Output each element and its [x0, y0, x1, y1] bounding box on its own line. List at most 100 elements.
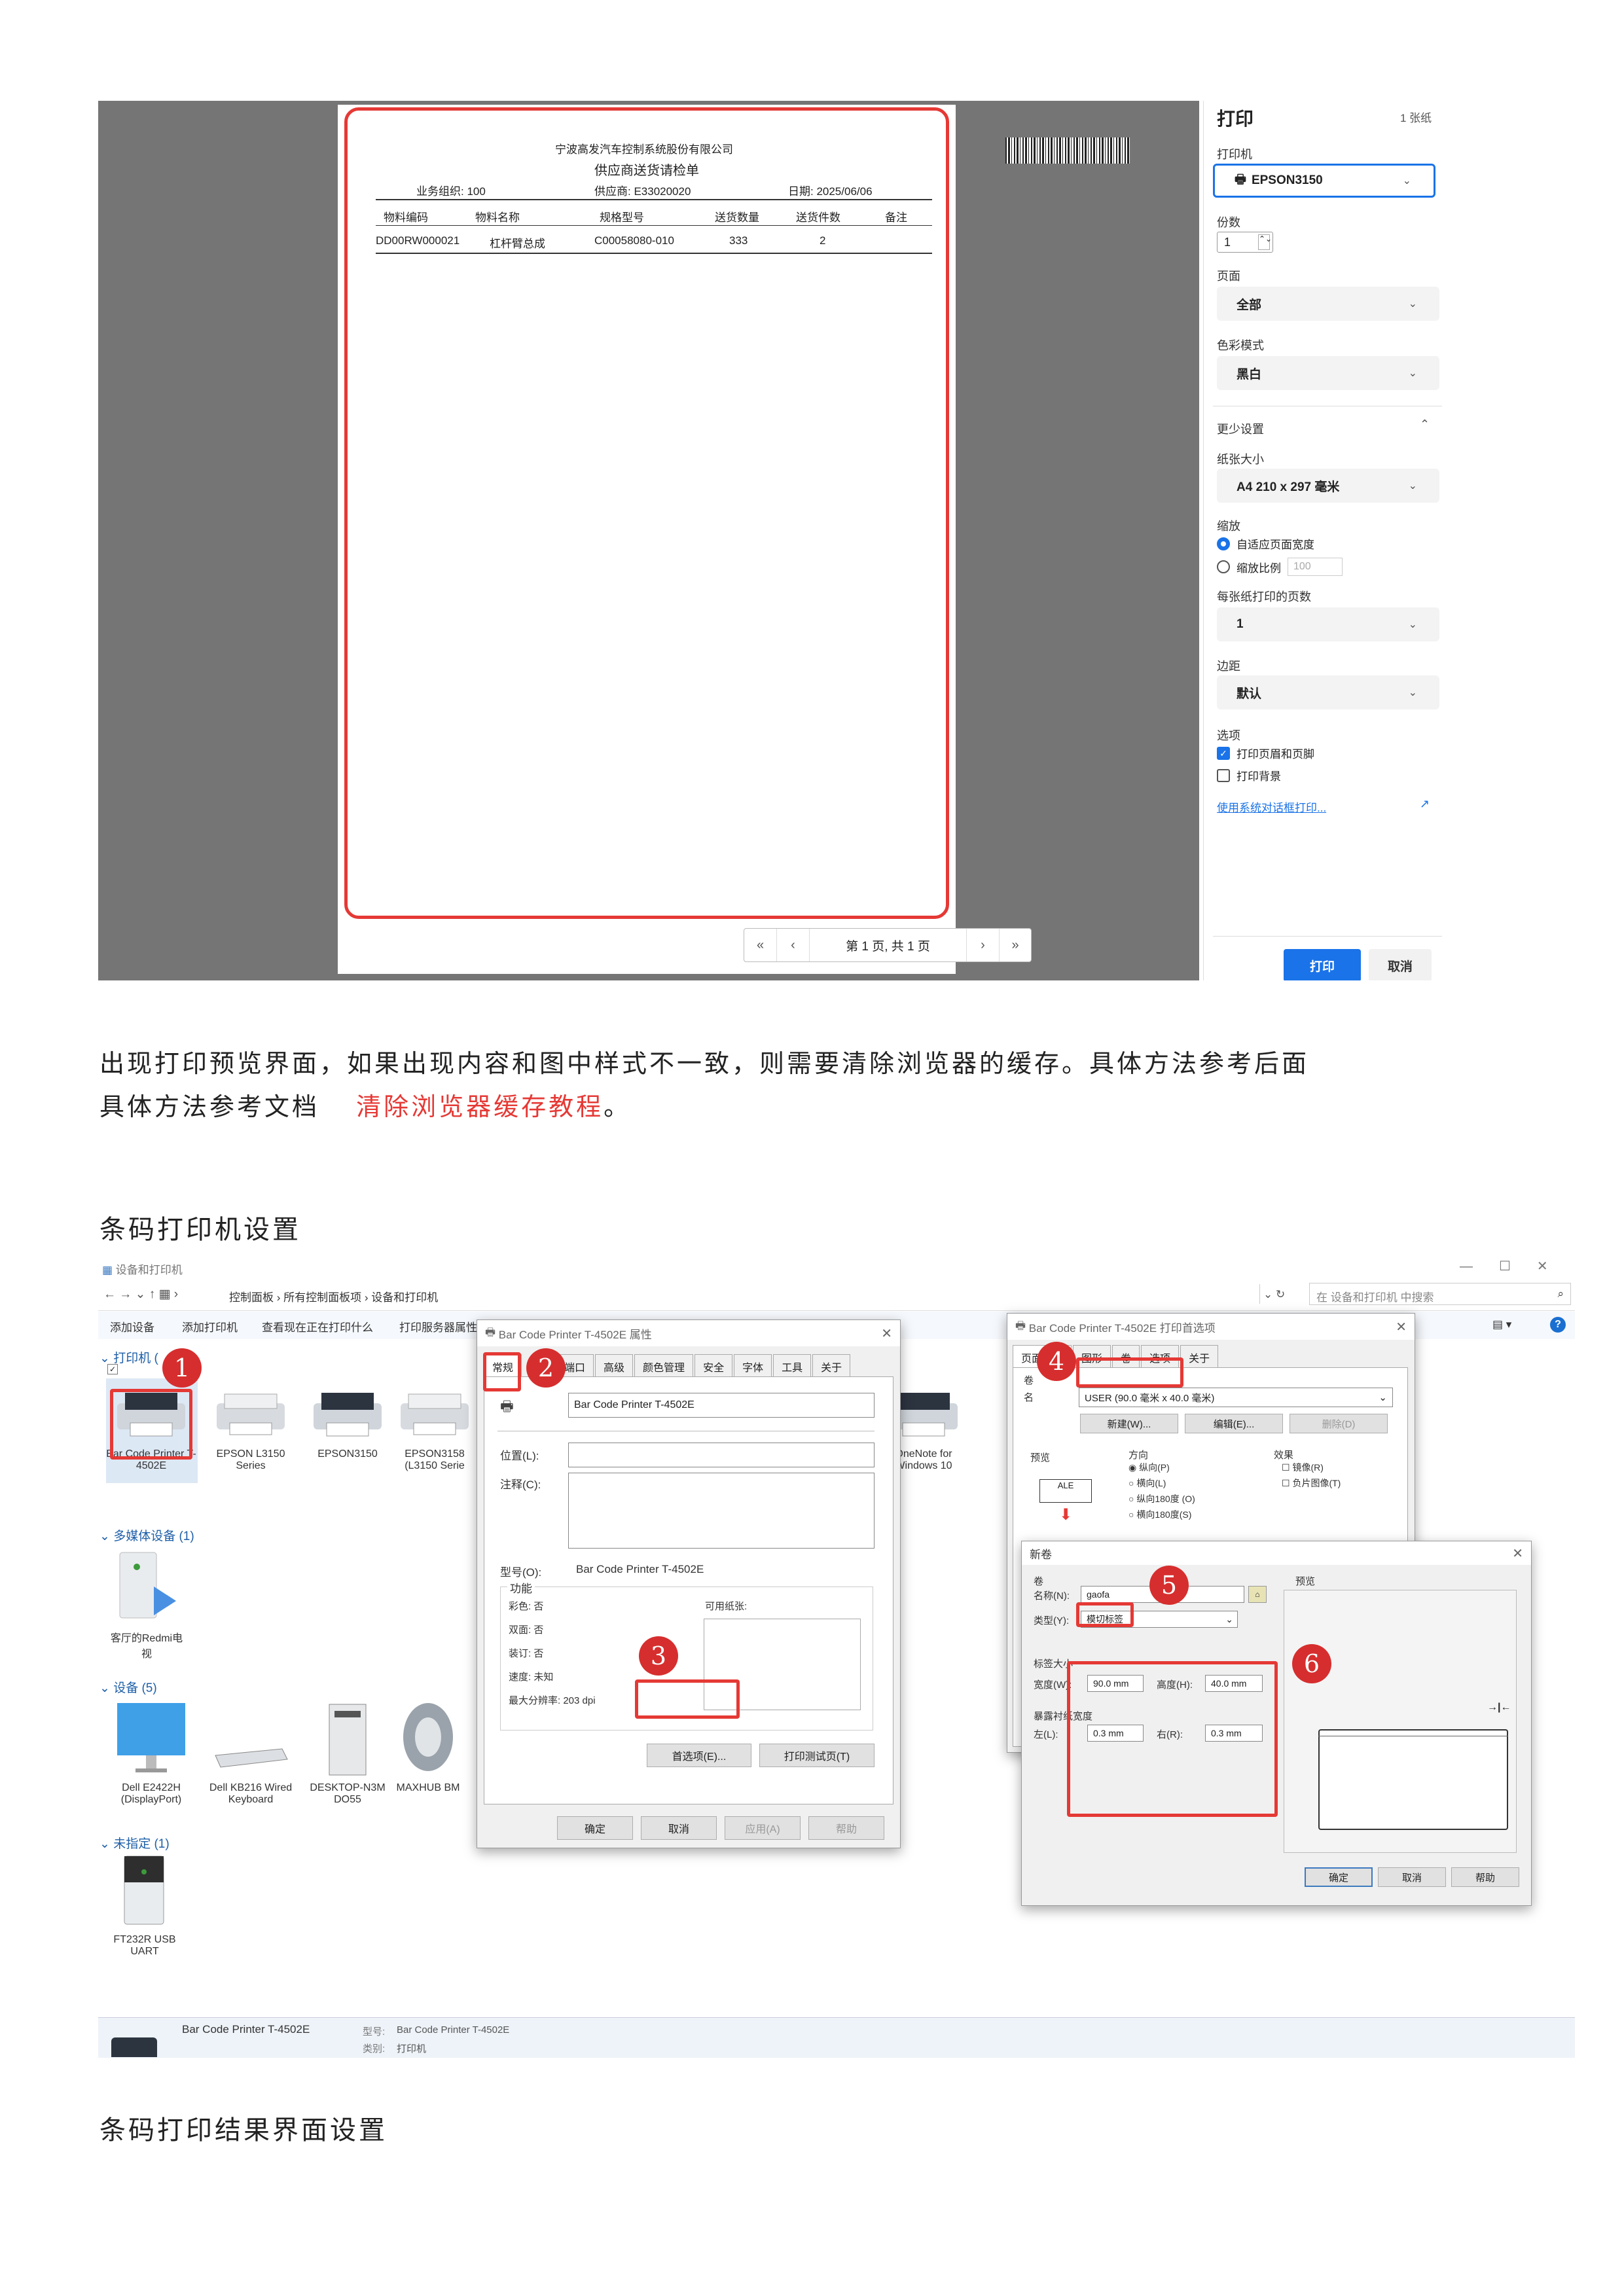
first-page-button[interactable]: « [744, 929, 777, 961]
tab-about[interactable]: 关于 [1180, 1345, 1219, 1369]
pages-select[interactable]: 全部 ⌄ [1217, 287, 1439, 321]
group-media[interactable]: ⌄ 多媒体设备 (1) [99, 1526, 194, 1544]
margins-select[interactable]: 默认 ⌄ [1217, 675, 1439, 709]
print-button[interactable]: 打印 [1284, 949, 1361, 980]
media-item[interactable]: 客厅的Redmi电视 [107, 1547, 186, 1660]
breadcrumb-item[interactable]: 控制面板 [229, 1291, 274, 1304]
stepper-icon[interactable]: ⌃⌄ [1258, 234, 1272, 250]
tab-advanced[interactable]: 高级 [595, 1354, 634, 1378]
less-settings-toggle[interactable]: 更少设置 [1217, 420, 1264, 437]
close-icon[interactable]: ✕ [1512, 1545, 1523, 1562]
divider [1213, 936, 1442, 937]
next-page-button[interactable]: › [967, 929, 1000, 961]
tab-tools[interactable]: 工具 [773, 1354, 812, 1378]
color-select[interactable]: 黑白 ⌄ [1217, 356, 1439, 390]
print-server-props-button[interactable]: 打印服务器属性 [399, 1318, 477, 1335]
close-icon[interactable]: ✕ [1396, 1319, 1407, 1335]
device-item[interactable]: DESKTOP-N3M DO55 [298, 1700, 397, 1806]
scale-ratio-option[interactable]: 缩放比例 100 [1217, 558, 1343, 576]
chevron-down-icon: ⌄ [1408, 619, 1417, 630]
pin-icon[interactable]: ⌂ [1248, 1586, 1267, 1603]
delete-stock-button[interactable]: 删除(D) [1290, 1414, 1388, 1433]
printer-select[interactable]: 🖶 EPSON3150 ⌄ [1213, 164, 1435, 198]
breadcrumb[interactable]: 控制面板 › 所有控制面板项 › 设备和打印机 [229, 1288, 438, 1304]
prev-page-button[interactable]: ‹ [777, 929, 810, 961]
breadcrumb-item[interactable]: 设备和打印机 [371, 1291, 438, 1304]
paper-select[interactable]: A4 210 x 297 毫米 ⌄ [1217, 469, 1439, 503]
effect-negative[interactable]: ☐ 负片图像(T) [1282, 1477, 1341, 1490]
scale-label: 缩放 [1217, 520, 1240, 533]
checkbox-icon[interactable] [1217, 768, 1230, 782]
printer-label: 打印机 [1217, 148, 1252, 161]
device-item[interactable]: Dell KB216 Wired Keyboard [202, 1700, 300, 1806]
effect-mirror[interactable]: ☐ 镜像(R) [1282, 1461, 1324, 1474]
new-stock-button[interactable]: 新建(W)... [1080, 1414, 1178, 1433]
device-item[interactable]: FT232R USB UART [102, 1852, 187, 1958]
printer-item[interactable]: EPSON L3150 Series [202, 1384, 300, 1472]
help-button[interactable]: 帮助 [808, 1816, 884, 1840]
search-box[interactable]: 在 设备和打印机 中搜索 ⌕ [1309, 1283, 1571, 1305]
dialog-titlebar: 🖶 Bar Code Printer T-4502E 属性 ✕ [477, 1320, 900, 1346]
cancel-button[interactable]: 取消 [1378, 1867, 1446, 1887]
cancel-button[interactable]: 取消 [641, 1816, 717, 1840]
background-option[interactable]: 打印背景 [1217, 767, 1281, 783]
refresh-icon[interactable]: ⌄ ↻ [1263, 1288, 1285, 1301]
orientation-landscape[interactable]: ○ 横向(L) [1128, 1477, 1166, 1490]
last-page-button[interactable]: » [1000, 929, 1031, 961]
preferences-button[interactable]: 首选项(E)... [647, 1744, 751, 1767]
add-device-button[interactable]: 添加设备 [110, 1318, 154, 1335]
header-footer-option[interactable]: ✓ 打印页眉和页脚 [1217, 745, 1314, 761]
breadcrumb-item[interactable]: 所有控制面板项 [283, 1291, 361, 1304]
printer-name: EPSON3158 (L3150 Serie [405, 1448, 465, 1471]
group-printers-label: 打印机 ( [113, 1352, 158, 1365]
orientation-portrait[interactable]: ◉ 纵向(P) [1128, 1461, 1170, 1474]
location-input[interactable] [568, 1443, 875, 1467]
printer-item[interactable]: EPSON3150 [298, 1384, 397, 1460]
group-printers[interactable]: ⌄ 打印机 ( [99, 1348, 158, 1366]
device-item[interactable]: MAXHUB BM [395, 1700, 461, 1794]
tab-color-management[interactable]: 颜色管理 [634, 1354, 694, 1378]
window-title-text: 设备和打印机 [115, 1264, 183, 1276]
instruction-line-1: 出现打印预览界面，如果出现内容和图中样式不一致，则需要清除浏览器的缓存。具体方法… [99, 1049, 1310, 1078]
system-dialog-link[interactable]: 使用系统对话框打印... [1217, 798, 1326, 815]
pages-per-sheet-select[interactable]: 1 ⌄ [1217, 607, 1439, 641]
nav-buttons[interactable]: ← → ⌄ ↑ ▦ › [103, 1287, 178, 1302]
checkbox-checked-icon[interactable]: ✓ [1217, 746, 1230, 760]
edit-stock-button[interactable]: 编辑(E)... [1185, 1414, 1283, 1433]
comment-input[interactable] [568, 1473, 875, 1549]
scale-ratio-input[interactable]: 100 [1288, 558, 1343, 576]
help-icon[interactable]: ? [1550, 1317, 1566, 1333]
radio-selected-icon[interactable] [1217, 537, 1230, 550]
radio-icon[interactable] [1217, 560, 1230, 573]
external-link-icon[interactable]: ↗ [1420, 797, 1430, 811]
ok-button[interactable]: 确定 [557, 1816, 633, 1840]
window-controls[interactable]: —☐✕ [1460, 1258, 1574, 1274]
tab-fonts[interactable]: 字体 [734, 1354, 772, 1378]
printer-name-input[interactable]: Bar Code Printer T-4502E [568, 1393, 875, 1418]
orientation-portrait-180[interactable]: ○ 纵向180度 (O) [1128, 1492, 1195, 1505]
scale-fit-option[interactable]: 自适应页面宽度 [1217, 535, 1314, 552]
ok-button[interactable]: 确定 [1305, 1867, 1373, 1887]
add-printer-button[interactable]: 添加打印机 [182, 1318, 238, 1335]
tab-security[interactable]: 安全 [695, 1354, 733, 1378]
close-icon[interactable]: ✕ [881, 1325, 892, 1342]
orientation-landscape-180[interactable]: ○ 横向180度(S) [1128, 1508, 1191, 1521]
cancel-button[interactable]: 取消 [1369, 949, 1432, 980]
help-button[interactable]: 帮助 [1451, 1867, 1519, 1887]
clear-cache-tutorial-link[interactable]: 清除浏览器缓存教程 [356, 1092, 604, 1121]
group-devices[interactable]: ⌄ 设备 (5) [99, 1678, 157, 1696]
see-whats-printing-button[interactable]: 查看现在正在打印什么 [262, 1318, 373, 1335]
tab-about[interactable]: 关于 [812, 1354, 851, 1378]
chevron-up-icon[interactable]: ⌃ [1420, 418, 1430, 431]
device-item[interactable]: Dell E2422H (DisplayPort) [102, 1700, 200, 1806]
print-test-page-button[interactable]: 打印测试页(T) [759, 1744, 875, 1767]
stock-select[interactable]: USER (90.0 毫米 x 40.0 毫米) ⌄ [1079, 1388, 1393, 1407]
group-unspecified[interactable]: ⌄ 未指定 (1) [99, 1834, 170, 1852]
view-options-icon[interactable]: ▤ ▾ [1492, 1318, 1511, 1331]
search-icon[interactable]: ⌕ [1557, 1287, 1564, 1300]
checkbox-icon[interactable]: ✓ [107, 1364, 118, 1374]
copies-input[interactable]: 1 ⌃⌄ [1217, 232, 1273, 253]
apply-button[interactable]: 应用(A) [725, 1816, 801, 1840]
printer-item[interactable]: EPSON3158 (L3150 Serie [395, 1384, 474, 1472]
chevron-down-icon: ⌄ [1225, 1613, 1233, 1624]
